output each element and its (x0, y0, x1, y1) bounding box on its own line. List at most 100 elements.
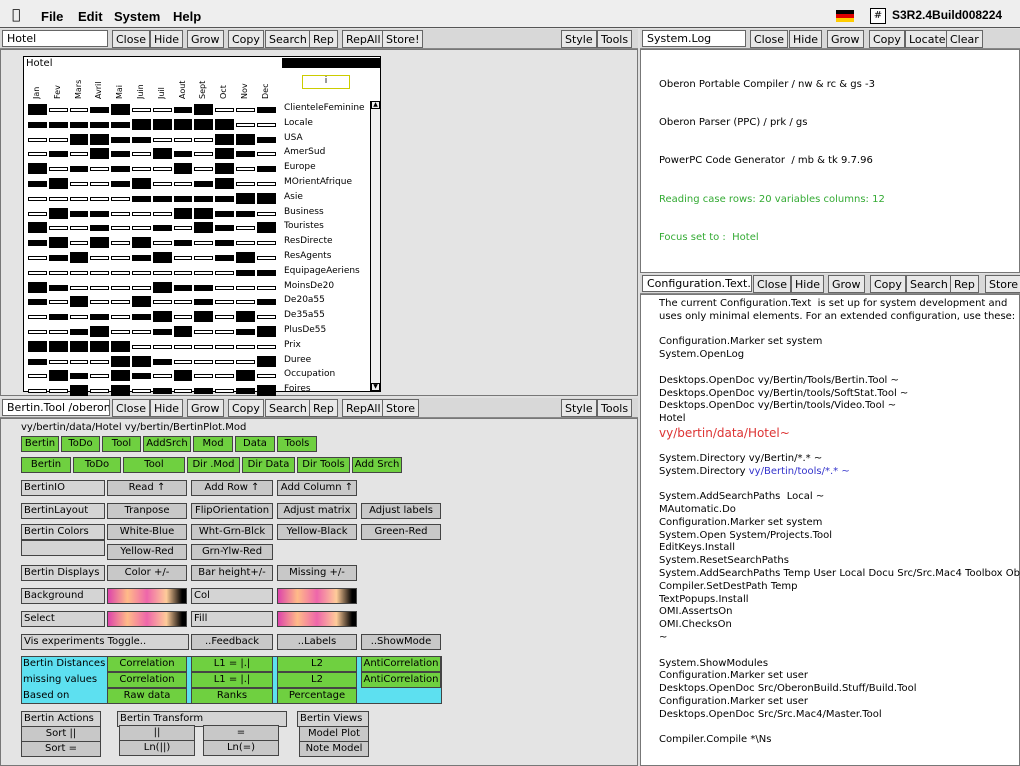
matrix-cell[interactable] (215, 240, 234, 247)
hotel-search-button[interactable]: Search (265, 30, 311, 48)
matrix-cell[interactable] (256, 241, 276, 246)
matrix-cell[interactable] (90, 389, 110, 394)
matrix-cell[interactable] (48, 226, 68, 231)
matrix-cell[interactable] (69, 182, 89, 186)
matrix-cell[interactable] (132, 108, 151, 112)
matrix-cell[interactable] (28, 240, 47, 247)
matrix-cell[interactable] (132, 226, 151, 231)
distance-button-row2[interactable]: Correlation (107, 672, 187, 688)
matrix-cell[interactable] (28, 256, 47, 260)
color-toggle-button[interactable]: Color +/- (107, 565, 187, 581)
menu-help[interactable]: Help (173, 9, 201, 24)
matrix-cell[interactable] (48, 330, 68, 334)
matrix-cell[interactable] (194, 359, 214, 364)
matrix-cell[interactable] (215, 330, 234, 334)
green-red-button[interactable]: Green-Red (361, 524, 441, 540)
matrix-cell[interactable] (48, 178, 68, 189)
matrix-cell[interactable] (173, 182, 193, 186)
matrix-cell[interactable] (194, 118, 214, 130)
flag-icon[interactable] (836, 10, 854, 22)
transpose-button[interactable]: Tranpose (107, 503, 187, 519)
hotel-repall-button[interactable]: RepAll (342, 30, 385, 48)
matrix-cell[interactable] (111, 340, 130, 352)
fill-color-swatch[interactable] (277, 611, 357, 627)
matrix-scrollbar[interactable]: ▲ ▼ (370, 101, 380, 391)
wht-grn-blck-button[interactable]: Wht-Grn-Blck (191, 524, 273, 540)
matrix-cell[interactable] (132, 118, 151, 130)
nav-row1-button[interactable]: AddSrch (143, 436, 191, 452)
matrix-cell[interactable] (111, 104, 130, 115)
log-hide-button[interactable]: Hide (789, 30, 823, 48)
matrix-cell[interactable] (132, 285, 151, 290)
matrix-cell[interactable] (173, 207, 193, 219)
matrix-cell[interactable] (152, 182, 172, 186)
matrix-cell[interactable] (132, 136, 151, 143)
matrix-cell[interactable] (152, 118, 172, 130)
matrix-cell[interactable] (256, 299, 276, 306)
tool-repall-button[interactable]: RepAll (342, 399, 385, 417)
matrix-cell[interactable] (90, 340, 110, 352)
hotel-style-button[interactable]: Style (561, 30, 597, 48)
matrix-cell[interactable] (111, 226, 130, 231)
matrix-cell[interactable] (152, 211, 172, 216)
matrix-cell[interactable] (28, 152, 47, 157)
log-text[interactable]: Oberon Portable Compiler / nw & rc & gs … (659, 53, 1014, 271)
feedback-button[interactable]: ..Feedback (191, 634, 273, 650)
matrix-cell[interactable] (152, 388, 172, 395)
matrix-cell[interactable] (152, 241, 172, 246)
matrix-cell[interactable] (111, 211, 130, 216)
log-viewer-name[interactable]: System.Log (642, 30, 746, 47)
matrix-cell[interactable] (194, 181, 214, 187)
matrix-cell[interactable] (256, 256, 276, 260)
matrix-cell[interactable] (256, 136, 276, 143)
matrix-cell[interactable] (69, 340, 89, 352)
matrix-cell[interactable] (48, 151, 68, 158)
matrix-cell[interactable] (48, 284, 68, 291)
tool-copy-button[interactable]: Copy (228, 399, 264, 417)
transform-bars-button[interactable]: || (119, 725, 195, 741)
matrix-cell[interactable] (132, 195, 151, 202)
nav-row1-button[interactable]: Data (235, 436, 275, 452)
labels-button[interactable]: ..Labels (277, 634, 357, 650)
matrix-cell[interactable] (69, 108, 89, 112)
config-store-button[interactable]: Store (985, 275, 1020, 293)
matrix-cell[interactable] (236, 311, 255, 323)
matrix-cell[interactable] (28, 358, 47, 365)
matrix-cell[interactable] (215, 133, 234, 145)
matrix-cell[interactable] (236, 151, 255, 158)
hotel-close-button[interactable]: Close (112, 30, 150, 48)
flip-orientation-button[interactable]: FlipOrientation (191, 503, 273, 519)
matrix-cell[interactable] (28, 389, 47, 394)
matrix-cell[interactable] (173, 137, 193, 142)
transform-equal-button[interactable]: = (203, 725, 279, 741)
matrix-cell[interactable] (90, 121, 110, 128)
matrix-cell[interactable] (215, 255, 234, 261)
matrix-cell[interactable] (28, 181, 47, 187)
log-locate-button[interactable]: Locate (905, 30, 950, 48)
matrix-cell[interactable] (152, 148, 172, 160)
nav-row1-button[interactable]: Bertin (21, 436, 59, 452)
matrix-cell[interactable] (215, 178, 234, 189)
matrix-cell[interactable] (173, 163, 193, 175)
matrix-cell[interactable] (28, 299, 47, 306)
matrix-cell[interactable] (111, 385, 130, 397)
matrix-cell[interactable] (236, 252, 255, 263)
config-text[interactable]: The current Configuration.Text is set up… (659, 298, 1020, 763)
matrix-cell[interactable] (28, 340, 47, 352)
matrix-cell[interactable] (90, 196, 110, 201)
config-rep-button[interactable]: Rep (950, 275, 979, 293)
matrix-cell[interactable] (215, 285, 234, 290)
matrix-cell[interactable] (48, 340, 68, 352)
log-close-button[interactable]: Close (750, 30, 788, 48)
matrix-cell[interactable] (236, 329, 255, 335)
matrix-cell[interactable] (28, 211, 47, 216)
matrix-cell[interactable] (69, 296, 89, 308)
matrix-cell[interactable] (48, 167, 68, 172)
matrix-cell[interactable] (111, 121, 130, 128)
matrix-cell[interactable] (215, 225, 234, 232)
matrix-cell[interactable] (28, 137, 47, 142)
matrix-cell[interactable] (132, 296, 151, 308)
matrix-cell[interactable] (194, 311, 214, 323)
matrix-cell[interactable] (69, 121, 89, 128)
config-copy-button[interactable]: Copy (870, 275, 906, 293)
